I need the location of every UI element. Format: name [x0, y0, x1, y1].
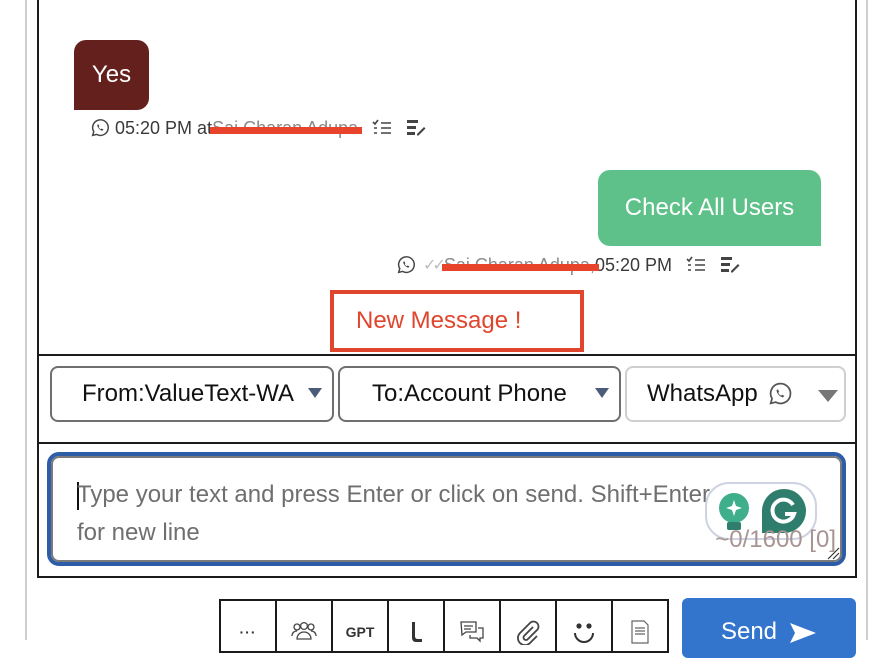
from-select-value: From:ValueText-WA	[82, 380, 295, 407]
message-text: Yes	[91, 61, 132, 88]
new-message-label: New Message !	[356, 307, 522, 334]
more-options-button[interactable]: ···	[221, 601, 277, 651]
left-border-line	[25, 0, 27, 640]
to-number-select[interactable]: To:Account Phone	[338, 366, 621, 422]
divider	[39, 442, 855, 444]
outgoing-message-meta: ✓✓ Sai Charan Adupa, 05:20 PM	[395, 254, 740, 276]
group-button[interactable]	[277, 601, 333, 651]
chevron-down-icon	[818, 390, 838, 402]
document-button[interactable]	[613, 601, 669, 651]
note-edit-icon[interactable]	[720, 256, 740, 274]
from-number-select[interactable]: From:ValueText-WA	[50, 366, 334, 422]
emoji-button[interactable]	[557, 601, 613, 651]
chevron-down-icon	[595, 388, 609, 398]
send-label: Send	[720, 618, 778, 645]
templates-button[interactable]	[445, 601, 501, 651]
incoming-message-meta: 05:20 PM at Sai Charan Adupa	[89, 117, 426, 139]
whatsapp-icon	[91, 119, 109, 137]
message-input[interactable]: Type your text and press Enter or click …	[47, 452, 846, 566]
attach-button[interactable]	[501, 601, 557, 651]
redacted-sender-name: Sai Charan Adupa,	[441, 254, 600, 275]
checklist-icon[interactable]	[372, 119, 392, 137]
composer-toolbar: ··· GPT	[219, 599, 669, 653]
outgoing-message-bubble: Check All Users	[598, 170, 821, 246]
channel-select[interactable]: WhatsApp	[625, 366, 846, 422]
paperclip-icon	[517, 620, 540, 645]
gpt-label: GPT	[345, 624, 375, 640]
resize-handle-icon[interactable]	[826, 546, 840, 560]
incoming-message-bubble: Yes	[74, 40, 149, 110]
right-border-line	[866, 0, 868, 640]
chat-bubbles-icon	[460, 621, 484, 643]
new-message-banner[interactable]: New Message !	[330, 290, 584, 352]
whatsapp-icon	[397, 256, 415, 274]
message-time: 05:20 PM at	[115, 117, 213, 138]
delivered-check-icon: ✓✓	[423, 257, 446, 274]
whatsapp-icon	[769, 382, 792, 405]
smiley-icon	[574, 623, 594, 643]
gpt-button[interactable]: GPT	[333, 601, 389, 651]
divider	[39, 354, 855, 356]
to-select-value: To:Account Phone	[372, 380, 567, 407]
checklist-icon[interactable]	[686, 256, 706, 274]
channel-select-value: WhatsApp	[647, 380, 758, 407]
phone-icon	[412, 622, 422, 642]
more-dots-icon: ···	[239, 624, 257, 640]
chevron-down-icon	[308, 388, 322, 398]
note-edit-icon[interactable]	[406, 119, 426, 137]
message-time: 05:20 PM	[594, 254, 672, 275]
chat-panel: Yes 05:20 PM at Sai Charan Adupa Check A…	[37, 0, 857, 578]
message-text: Check All Users	[624, 194, 795, 221]
users-group-icon	[291, 621, 317, 640]
call-button[interactable]	[389, 601, 445, 651]
document-icon	[631, 620, 649, 644]
character-counter: ~0/1600 [0]	[715, 526, 836, 553]
send-button[interactable]: Send	[682, 598, 856, 658]
redacted-sender-name: Sai Charan Adupa	[210, 117, 363, 138]
send-arrow-icon	[790, 623, 817, 643]
